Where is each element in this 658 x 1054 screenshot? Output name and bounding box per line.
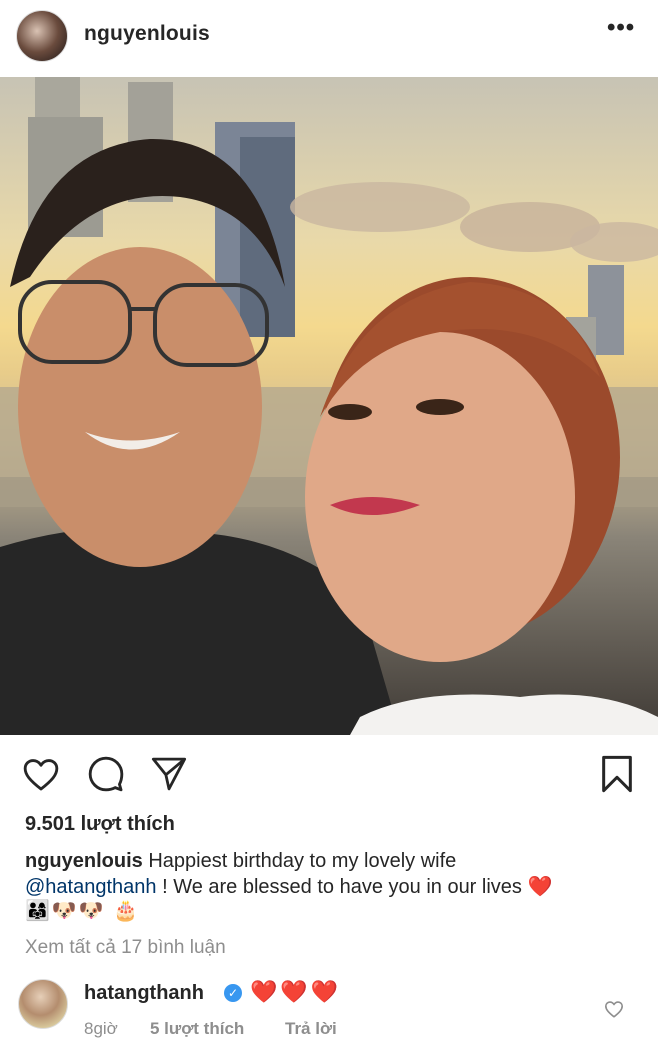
comment-text: ❤️❤️❤️ [250, 979, 342, 1004]
comment-avatar[interactable] [18, 979, 68, 1029]
comment-bubble-icon[interactable] [87, 755, 125, 793]
heart-outline-icon[interactable] [22, 756, 60, 792]
post-header: nguyenlouis ••• [0, 0, 658, 78]
avatar[interactable] [16, 10, 68, 62]
caption-username[interactable]: nguyenlouis [25, 850, 143, 872]
view-all-comments-link[interactable]: Xem tất cả 17 bình luận [25, 937, 226, 959]
caption-mention[interactable]: @hatangthanh [25, 876, 157, 898]
bookmark-icon[interactable] [600, 754, 634, 794]
caption-text-line2: ! We are blessed to have you in our live… [156, 876, 553, 898]
more-options-icon[interactable]: ••• [607, 14, 635, 42]
verified-badge-icon: ✓ [224, 984, 242, 1002]
post-username[interactable]: nguyenlouis [84, 22, 210, 46]
comment-time: 8giờ [84, 1019, 118, 1038]
caption-text-line1: Happiest birthday to my lovely wife [142, 850, 457, 872]
likes-count[interactable]: 9.501 lượt thích [25, 813, 175, 836]
post-photo[interactable] [0, 77, 658, 735]
comment-username[interactable]: hatangthanh [84, 982, 204, 1005]
action-bar [0, 748, 658, 800]
comment-like-icon[interactable] [604, 1000, 624, 1023]
comment-likes[interactable]: 5 lượt thích [150, 1019, 244, 1039]
paper-plane-icon[interactable] [150, 756, 188, 792]
photo-illustration [0, 77, 658, 735]
reply-button[interactable]: Trả lời [285, 1019, 337, 1039]
caption-emoji-line: 👨‍👩‍👧🐶🐶 🎂 [25, 900, 141, 922]
post-caption: nguyenlouis Happiest birthday to my love… [25, 848, 635, 900]
